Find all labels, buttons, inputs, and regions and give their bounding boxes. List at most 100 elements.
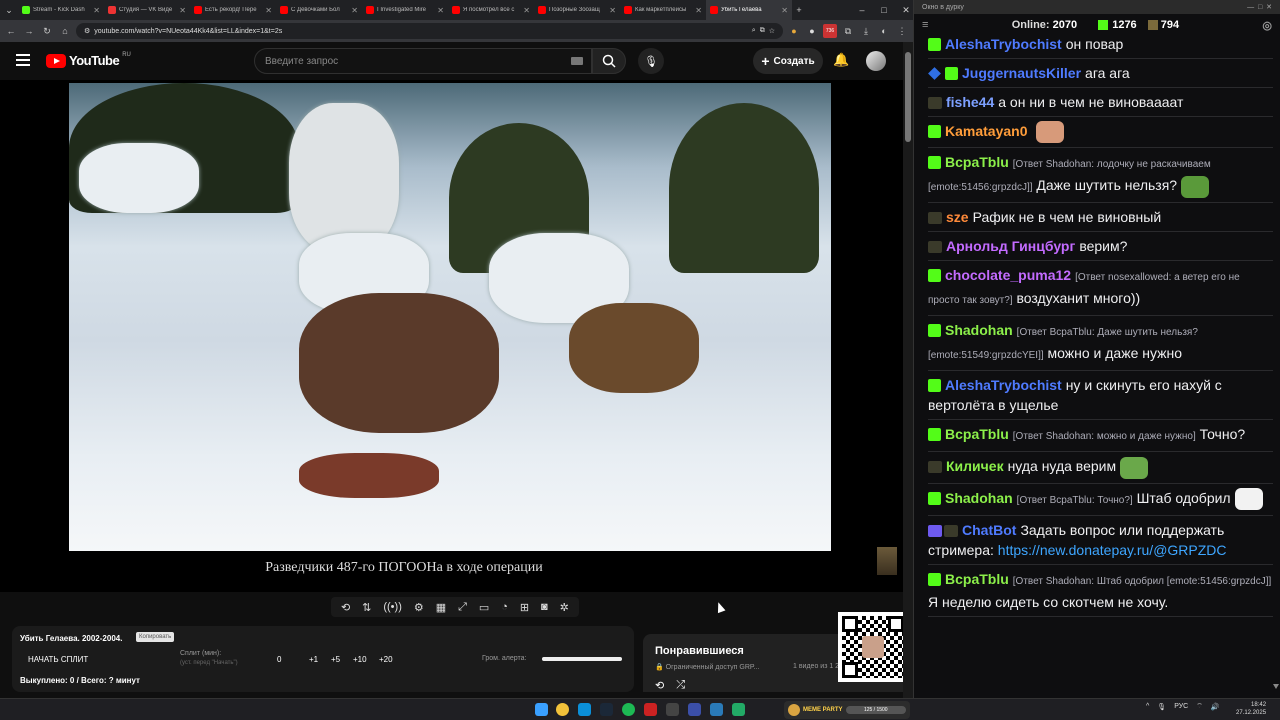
input-language[interactable]: РУС bbox=[1174, 703, 1188, 710]
chat-username[interactable]: Арнольд Гинцбург bbox=[946, 238, 1075, 254]
chat-username[interactable]: fishe44 bbox=[946, 94, 994, 110]
chat-scrollbar[interactable] bbox=[1273, 30, 1279, 690]
app-icon-1[interactable] bbox=[644, 703, 657, 716]
extensions-puzzle-icon[interactable]: ⧉ bbox=[841, 24, 855, 38]
telegram-icon[interactable] bbox=[578, 703, 591, 716]
scrollbar-thumb[interactable] bbox=[905, 52, 911, 142]
broadcast-icon[interactable]: ((•)) bbox=[383, 601, 402, 613]
resize-icon[interactable]: ⤢ bbox=[458, 601, 467, 614]
chat-username[interactable]: ChatBot bbox=[962, 522, 1016, 538]
clock[interactable]: 18:42 27.12.2025 bbox=[1236, 701, 1266, 717]
app-icon-2[interactable] bbox=[666, 703, 679, 716]
youtube-logo[interactable]: YouTube RU bbox=[46, 52, 131, 68]
copy-button[interactable]: Копировать bbox=[136, 632, 175, 642]
browser-tab[interactable]: Stream - Kick Dash ✕ bbox=[18, 0, 104, 20]
video-player[interactable]: Разведчики 487-го ПОГООНа в ходе операци… bbox=[0, 80, 903, 592]
tab-close-icon[interactable]: ✕ bbox=[265, 6, 272, 15]
browser-tab[interactable]: С Девочками Бол ✕ bbox=[276, 0, 362, 20]
mic-button[interactable]: 🎙 bbox=[638, 48, 664, 74]
tab-close-icon[interactable]: ✕ bbox=[609, 6, 616, 15]
tab-close-icon[interactable]: ✕ bbox=[695, 6, 702, 15]
steam-icon[interactable] bbox=[600, 703, 613, 716]
split-value-0[interactable]: 0 bbox=[277, 655, 281, 664]
browser-tab[interactable]: Как маркетплейсы ✕ bbox=[620, 0, 706, 20]
tab-close-icon[interactable]: ✕ bbox=[351, 6, 358, 15]
tab-close-icon[interactable]: ✕ bbox=[93, 6, 100, 15]
app-icon-5[interactable] bbox=[732, 703, 745, 716]
network-icon[interactable]: ⌔ bbox=[1196, 702, 1203, 711]
sort-icon[interactable]: ⇅ bbox=[362, 601, 371, 614]
calendar-icon[interactable]: ▦ bbox=[436, 601, 446, 614]
chat-username[interactable]: Kamatayan0 bbox=[945, 123, 1028, 139]
chat-username[interactable]: Киличек bbox=[946, 458, 1004, 474]
page-scrollbar[interactable] bbox=[903, 42, 913, 698]
back-button[interactable]: ← bbox=[4, 24, 18, 38]
volume-icon[interactable]: 🔊 bbox=[1211, 703, 1220, 711]
chat-window-controls[interactable]: — □ ✕ bbox=[1247, 3, 1272, 11]
extension-icon-2[interactable]: ● bbox=[805, 24, 819, 38]
chat-username[interactable]: BcpaTblu bbox=[945, 154, 1009, 170]
chat-username[interactable]: JuggernautsKiller bbox=[962, 65, 1081, 81]
hamburger-menu-icon[interactable] bbox=[16, 54, 30, 66]
alert-volume-slider[interactable] bbox=[542, 657, 622, 661]
site-info-icon[interactable]: ⚙ bbox=[84, 27, 90, 35]
bookmark-star-icon[interactable]: ☆ bbox=[769, 27, 775, 35]
screenshot-camera-icon[interactable]: ◙ bbox=[541, 601, 548, 613]
zoom-icon[interactable]: ⌕ bbox=[752, 27, 756, 35]
chat-username[interactable]: AleshaTrybochist bbox=[945, 36, 1062, 52]
video-frame[interactable] bbox=[69, 83, 831, 551]
browser-tab[interactable]: Есть рекорд! Пере ✕ bbox=[190, 0, 276, 20]
start-split-button[interactable]: НАЧАТЬ СПЛИТ bbox=[28, 655, 88, 664]
tab-close-icon[interactable]: ✕ bbox=[523, 6, 530, 15]
home-button[interactable]: ⌂ bbox=[58, 24, 72, 38]
gear-icon[interactable]: ✲ bbox=[560, 601, 569, 614]
install-icon[interactable]: ⧉ bbox=[760, 27, 765, 35]
new-tab-button[interactable]: + bbox=[792, 3, 806, 17]
browser-tab[interactable]: Убить Гелаева ✕ bbox=[706, 0, 792, 20]
url-text[interactable]: youtube.com/watch?v=NUeota44Kk4&list=LL&… bbox=[94, 28, 748, 35]
chat-username[interactable]: chocolate_puma12 bbox=[945, 267, 1071, 283]
tab-list-icon[interactable]: ⌄ bbox=[0, 3, 18, 17]
mic-tray-icon[interactable]: 🎙 bbox=[1157, 703, 1166, 711]
chat-link[interactable]: https://new.donatepay.ru/@GRPZDC bbox=[998, 542, 1227, 558]
start-icon[interactable] bbox=[535, 703, 548, 716]
chat-username[interactable]: Shadohan bbox=[945, 322, 1013, 338]
search-button[interactable] bbox=[592, 48, 626, 74]
browser-tab[interactable]: I Investigated Mire ✕ bbox=[362, 0, 448, 20]
extension-badge[interactable]: 736 bbox=[823, 24, 837, 38]
app-icon-3[interactable] bbox=[688, 703, 701, 716]
profile-icon[interactable]: ◐ bbox=[877, 24, 891, 38]
playlist-loop-icon[interactable]: ⟲ bbox=[655, 679, 664, 692]
split-plus-10-button[interactable]: +10 bbox=[353, 655, 367, 664]
split-plus-5-button[interactable]: +5 bbox=[331, 655, 340, 664]
reload-button[interactable]: ↻ bbox=[40, 24, 54, 38]
browser-tab[interactable]: Позорные Зоозащ ✕ bbox=[534, 0, 620, 20]
extension-icon-1[interactable]: ● bbox=[787, 24, 801, 38]
chrome-icon[interactable] bbox=[556, 703, 569, 716]
close-window-button[interactable]: ✕ bbox=[899, 3, 913, 17]
split-plus-20-button[interactable]: +20 bbox=[379, 655, 393, 664]
chat-username[interactable]: AleshaTrybochist bbox=[945, 377, 1062, 393]
browser-tab[interactable]: Я посмотрел все с ✕ bbox=[448, 0, 534, 20]
chat-username[interactable]: Shadohan bbox=[945, 490, 1013, 506]
search-input[interactable]: Введите запрос bbox=[254, 48, 592, 74]
meme-party-widget[interactable]: MEME PARTY 125 / 1500 bbox=[784, 701, 910, 719]
video-settings-icon[interactable]: ⚙ bbox=[414, 601, 424, 614]
forward-button[interactable]: → bbox=[22, 24, 36, 38]
minimize-button[interactable]: – bbox=[855, 3, 869, 17]
app-icon-4[interactable] bbox=[710, 703, 723, 716]
download-icon[interactable]: ⤓ bbox=[859, 24, 873, 38]
url-field[interactable]: ⚙ youtube.com/watch?v=NUeota44Kk4&list=L… bbox=[76, 23, 783, 39]
spotify-icon[interactable] bbox=[622, 703, 635, 716]
theater-icon[interactable]: ▭ bbox=[479, 601, 489, 614]
tab-close-icon[interactable]: ✕ bbox=[781, 6, 788, 15]
create-button[interactable]: + Создать bbox=[753, 48, 823, 74]
loop-icon[interactable]: ⟲ bbox=[341, 601, 350, 614]
chat-username[interactable]: BcpaTblu bbox=[945, 571, 1009, 587]
tray-chevron-icon[interactable]: ^ bbox=[1146, 703, 1149, 710]
split-plus-1-button[interactable]: +1 bbox=[309, 655, 318, 664]
playlist-title[interactable]: Понравившиеся bbox=[655, 645, 744, 657]
maximize-button[interactable]: □ bbox=[877, 3, 891, 17]
chat-username[interactable]: sze bbox=[946, 209, 969, 225]
notifications-bell-icon[interactable]: 🔔 bbox=[833, 52, 849, 68]
